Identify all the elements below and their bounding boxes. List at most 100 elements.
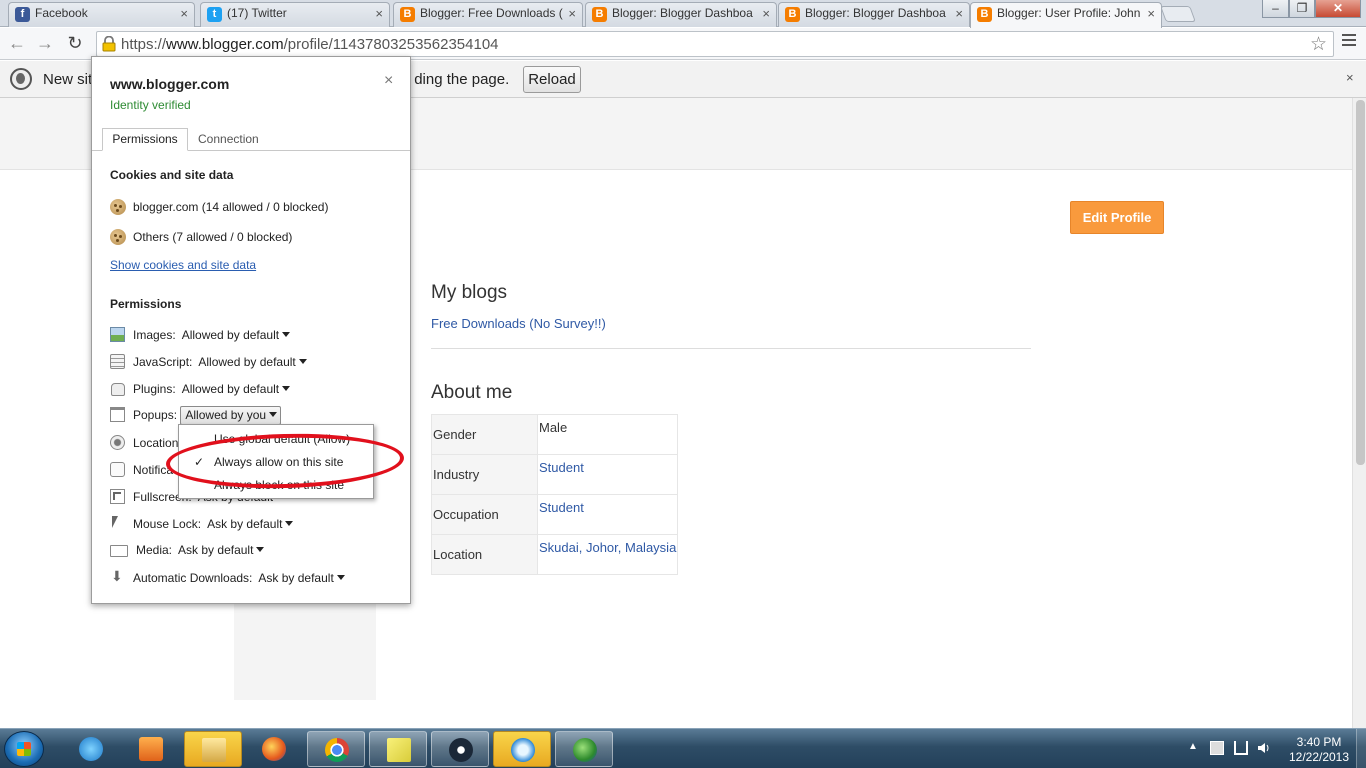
javascript-icon [110,354,125,369]
tab-close-icon[interactable]: × [568,6,576,21]
chevron-down-icon [256,547,265,552]
chevron-down-icon [298,359,307,364]
popups-select[interactable]: Allowed by you [180,406,282,425]
tab-connection[interactable]: Connection [198,132,259,146]
infobar-text-left: New sit [43,71,93,88]
clock-time: 3:40 PM [1296,735,1342,749]
maximize-button[interactable]: ❐ [1289,0,1315,18]
forward-button[interactable]: → [34,32,56,54]
about-value-link[interactable]: Student [537,454,678,495]
system-clock[interactable]: 3:40 PM 12/22/2013 [1283,735,1355,765]
my-blogs-title: My blogs [431,282,508,303]
location-icon [110,435,125,450]
back-button[interactable]: ← [6,32,28,54]
minimize-button[interactable]: – [1262,0,1289,18]
permission-select[interactable]: Ask by default [258,571,345,585]
tab-permissions[interactable]: Permissions [102,128,188,151]
taskbar-sticky-notes[interactable] [369,731,427,767]
url-text[interactable]: https://www.blogger.com/profile/11437803… [121,36,499,53]
facebook-icon: f [15,7,30,22]
infobar-text-right: ding the page. [414,71,510,88]
show-cookies-link[interactable]: Show cookies and site data [110,258,256,272]
close-icon[interactable]: × [384,72,393,90]
tab-close-icon[interactable]: × [762,6,770,21]
url-host: www.blogger.com [166,36,284,53]
tab-facebook[interactable]: f Facebook × [8,2,195,27]
permission-select[interactable]: Allowed by default [182,328,291,342]
chevron-down-icon [269,412,278,417]
action-center-icon[interactable] [1210,741,1224,755]
show-desktop-button[interactable] [1356,729,1366,768]
about-value-link[interactable]: Skudai, Johor, Malaysia [537,534,678,575]
globe-icon [10,68,32,90]
reload-button[interactable]: Reload [523,66,581,93]
taskbar-media-player[interactable] [122,731,180,767]
bookmark-star-icon[interactable]: ☆ [1310,33,1327,56]
tray-expand-icon[interactable]: ▲ [1188,741,1198,752]
permission-label: JavaScript: [133,355,193,369]
url-path: /profile/11437803253562354104 [283,36,499,53]
vertical-scrollbar[interactable] [1352,98,1366,728]
close-window-button[interactable]: ✕ [1315,0,1361,18]
sticky-notes-icon [387,738,411,762]
taskbar-internet-explorer[interactable] [62,731,120,767]
about-key: Industry [431,454,538,495]
permission-select[interactable]: Ask by default [178,543,265,557]
tab-close-icon[interactable]: × [180,6,188,21]
tab-close-icon[interactable]: × [955,6,963,21]
permission-value: Allowed by default [181,382,280,396]
tab-twitter[interactable]: t (17) Twitter × [200,2,390,27]
permission-images: Images: Allowed by default [110,327,291,342]
tab-blogger-dashboard-2[interactable]: B Blogger: Blogger Dashboa × [778,2,970,27]
chrome-icon [325,738,349,762]
permission-select[interactable]: Allowed by default [198,355,307,369]
permission-label: Mouse Lock: [133,517,202,531]
table-row: Industry Student [431,454,678,495]
address-bar[interactable]: https://www.blogger.com/profile/11437803… [96,31,1334,57]
plugin-icon [110,381,125,396]
taskbar-firefox[interactable] [245,731,303,767]
tab-close-icon[interactable]: × [1147,6,1155,21]
start-button[interactable] [4,731,44,767]
taskbar-file-explorer[interactable] [184,731,242,767]
permissions-title: Permissions [110,297,182,311]
new-tab-button[interactable] [1160,6,1196,22]
permission-value: Ask by default [258,571,334,585]
blog-link[interactable]: Free Downloads (No Survey!!) [431,316,606,331]
tab-blogger-free-downloads[interactable]: B Blogger: Free Downloads ( × [393,2,583,27]
twitter-icon: t [207,7,222,22]
permission-select[interactable]: Allowed by default [181,382,291,396]
about-value-link[interactable]: Student [537,494,678,535]
table-row: Gender Male [431,414,678,455]
tab-blogger-user-profile[interactable]: B Blogger: User Profile: John × [970,2,1162,28]
popup-icon [110,407,125,422]
table-row: Location Skudai, Johor, Malaysia [431,534,678,575]
taskbar-network[interactable] [555,731,613,767]
tab-blogger-dashboard-1[interactable]: B Blogger: Blogger Dashboa × [585,2,777,27]
network-icon[interactable] [1234,741,1248,755]
cookie-icon [110,199,126,215]
reload-icon[interactable]: ↻ [64,32,86,54]
chevron-down-icon [282,332,291,337]
volume-icon[interactable] [1257,741,1271,755]
tab-close-icon[interactable]: × [375,6,383,21]
taskbar-speedometer[interactable] [493,731,551,767]
permission-value: Ask by default [178,543,254,557]
permission-label: Media: [136,543,173,557]
taskbar-chrome[interactable] [307,731,365,767]
cookie-icon [110,229,126,245]
site-info-popup: × www.blogger.com Identity verified Perm… [91,56,411,604]
tab-label: Blogger: Blogger Dashboa [805,6,946,20]
cookie-row[interactable]: blogger.com (14 allowed / 0 blocked) [110,199,328,215]
edit-profile-button[interactable]: Edit Profile [1070,201,1164,234]
permission-select[interactable]: Ask by default [207,517,294,531]
lock-warning-icon[interactable] [102,36,116,52]
close-icon[interactable]: × [1346,70,1354,85]
chrome-menu-icon[interactable] [1342,34,1356,49]
tab-strip: f Facebook × t (17) Twitter × B Blogger:… [0,0,1366,28]
scroll-thumb[interactable] [1356,100,1365,465]
permission-javascript: JavaScript: Allowed by default [110,354,307,369]
tab-label: Blogger: Free Downloads ( [420,6,563,20]
taskbar-steam[interactable] [431,731,489,767]
cookie-row[interactable]: Others (7 allowed / 0 blocked) [110,229,292,245]
